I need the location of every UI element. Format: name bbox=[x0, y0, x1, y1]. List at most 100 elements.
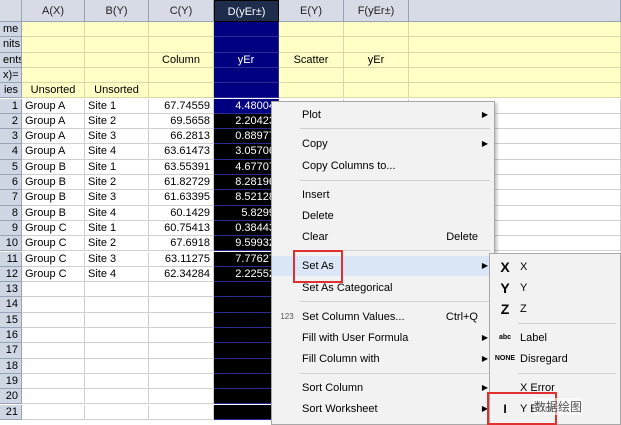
table-cell[interactable]: 2.22552 bbox=[214, 266, 279, 283]
table-cell[interactable]: 4.67707 bbox=[214, 159, 279, 175]
table-cell[interactable]: 4.48004 bbox=[214, 98, 279, 114]
meta-cell[interactable] bbox=[344, 83, 409, 99]
row-header[interactable]: 14 bbox=[0, 297, 22, 313]
table-cell[interactable]: 61.63395 bbox=[149, 190, 214, 206]
meta-cell[interactable] bbox=[149, 37, 214, 53]
table-cell[interactable] bbox=[214, 328, 279, 344]
meta-cell[interactable] bbox=[149, 83, 214, 99]
meta-cell[interactable]: Column bbox=[149, 52, 214, 68]
table-cell[interactable]: Group B bbox=[22, 175, 85, 191]
table-cell[interactable] bbox=[149, 312, 214, 328]
row-header[interactable]: 19 bbox=[0, 373, 22, 390]
table-cell[interactable] bbox=[85, 389, 149, 405]
meta-cell[interactable]: yEr bbox=[214, 52, 279, 68]
table-cell[interactable] bbox=[149, 358, 214, 374]
submenu-item-label[interactable]: abc Label bbox=[490, 328, 620, 348]
meta-cell[interactable] bbox=[279, 37, 344, 53]
table-cell[interactable] bbox=[85, 404, 149, 420]
table-cell[interactable] bbox=[22, 404, 85, 420]
menu-item-set-column-values[interactable]: 123 Set Column Values... Ctrl+Q bbox=[272, 307, 494, 327]
meta-cell[interactable]: Unsorted bbox=[85, 83, 149, 99]
meta-cell[interactable] bbox=[214, 83, 279, 99]
table-cell[interactable]: 2.20423 bbox=[214, 113, 279, 130]
table-cell[interactable] bbox=[149, 282, 214, 298]
meta-cell[interactable] bbox=[279, 83, 344, 99]
table-cell[interactable] bbox=[22, 389, 85, 405]
meta-cell[interactable] bbox=[344, 37, 409, 53]
row-header-meta[interactable]: ies bbox=[0, 83, 22, 99]
table-cell[interactable]: 62.34284 bbox=[149, 266, 214, 283]
table-cell[interactable]: Group B bbox=[22, 159, 85, 175]
table-cell[interactable]: Group C bbox=[22, 251, 85, 267]
row-header[interactable]: 11 bbox=[0, 251, 22, 267]
table-cell[interactable] bbox=[149, 343, 214, 359]
meta-cell[interactable]: yEr bbox=[344, 52, 409, 68]
row-header[interactable]: 5 bbox=[0, 159, 22, 175]
table-cell[interactable] bbox=[22, 343, 85, 359]
column-header-f[interactable]: F(yEr±) bbox=[344, 0, 409, 22]
table-cell[interactable] bbox=[149, 297, 214, 313]
table-cell[interactable] bbox=[149, 389, 214, 405]
menu-item-plot[interactable]: Plot ▶ bbox=[272, 105, 494, 125]
table-cell[interactable]: Site 4 bbox=[85, 144, 149, 160]
table-cell[interactable]: 63.11275 bbox=[149, 251, 214, 267]
table-cell[interactable]: Site 1 bbox=[85, 98, 149, 114]
table-cell[interactable] bbox=[22, 328, 85, 344]
table-cell[interactable]: Site 2 bbox=[85, 236, 149, 252]
row-header[interactable]: 1 bbox=[0, 98, 22, 114]
table-cell[interactable]: Site 2 bbox=[85, 113, 149, 130]
meta-cell[interactable] bbox=[22, 22, 85, 38]
table-cell[interactable]: 60.1429 bbox=[149, 205, 214, 221]
table-cell[interactable] bbox=[22, 282, 85, 298]
menu-item-copy-columns-to[interactable]: Copy Columns to... bbox=[272, 156, 494, 176]
table-cell[interactable]: Group C bbox=[22, 266, 85, 283]
table-cell[interactable] bbox=[22, 358, 85, 374]
table-cell[interactable]: Site 4 bbox=[85, 266, 149, 283]
submenu-item-x[interactable]: X X bbox=[490, 257, 620, 277]
table-cell[interactable] bbox=[214, 373, 279, 390]
table-cell[interactable] bbox=[214, 282, 279, 298]
menu-item-fill-column-with[interactable]: Fill Column with ▶ bbox=[272, 349, 494, 369]
grid-corner[interactable] bbox=[0, 0, 22, 22]
table-cell[interactable]: Group B bbox=[22, 190, 85, 206]
table-cell[interactable]: 0.88977 bbox=[214, 129, 279, 145]
table-cell[interactable] bbox=[85, 328, 149, 344]
table-cell[interactable]: Site 4 bbox=[85, 205, 149, 221]
row-header-meta[interactable]: x)= bbox=[0, 67, 22, 84]
table-cell[interactable]: 69.5658 bbox=[149, 113, 214, 130]
table-cell[interactable]: 8.28196 bbox=[214, 175, 279, 191]
menu-item-sort-column[interactable]: Sort Column ▶ bbox=[272, 378, 494, 398]
row-header[interactable]: 16 bbox=[0, 328, 22, 344]
menu-item-delete[interactable]: Delete bbox=[272, 206, 494, 226]
row-header[interactable]: 6 bbox=[0, 175, 22, 191]
table-cell[interactable]: 0.38443 bbox=[214, 220, 279, 237]
meta-cell[interactable] bbox=[85, 67, 149, 84]
menu-item-insert[interactable]: Insert bbox=[272, 185, 494, 205]
table-cell[interactable] bbox=[214, 358, 279, 374]
submenu-item-z[interactable]: Z Z bbox=[490, 299, 620, 319]
column-header-b[interactable]: B(Y) bbox=[85, 0, 149, 22]
row-header[interactable]: 8 bbox=[0, 205, 22, 221]
row-header[interactable]: 15 bbox=[0, 312, 22, 328]
table-cell[interactable]: 3.05706 bbox=[214, 144, 279, 160]
row-header[interactable]: 2 bbox=[0, 113, 22, 130]
row-header[interactable]: 18 bbox=[0, 358, 22, 374]
table-cell[interactable]: 7.77627 bbox=[214, 251, 279, 267]
table-cell[interactable] bbox=[149, 328, 214, 344]
table-cell[interactable]: Group C bbox=[22, 220, 85, 237]
meta-cell[interactable]: Unsorted bbox=[22, 83, 85, 99]
table-cell[interactable]: 60.75413 bbox=[149, 220, 214, 237]
meta-cell[interactable] bbox=[344, 67, 409, 84]
table-cell[interactable]: Group A bbox=[22, 98, 85, 114]
table-cell[interactable] bbox=[214, 343, 279, 359]
row-header-meta[interactable]: me bbox=[0, 22, 22, 38]
table-cell[interactable]: 61.82729 bbox=[149, 175, 214, 191]
row-header[interactable]: 9 bbox=[0, 220, 22, 237]
table-cell[interactable] bbox=[149, 404, 214, 420]
column-header-a[interactable]: A(X) bbox=[22, 0, 85, 22]
row-header-meta[interactable]: ents bbox=[0, 52, 22, 68]
meta-cell[interactable] bbox=[214, 67, 279, 84]
table-cell[interactable]: 9.59932 bbox=[214, 236, 279, 252]
table-cell[interactable] bbox=[214, 404, 279, 420]
table-cell[interactable] bbox=[85, 312, 149, 328]
